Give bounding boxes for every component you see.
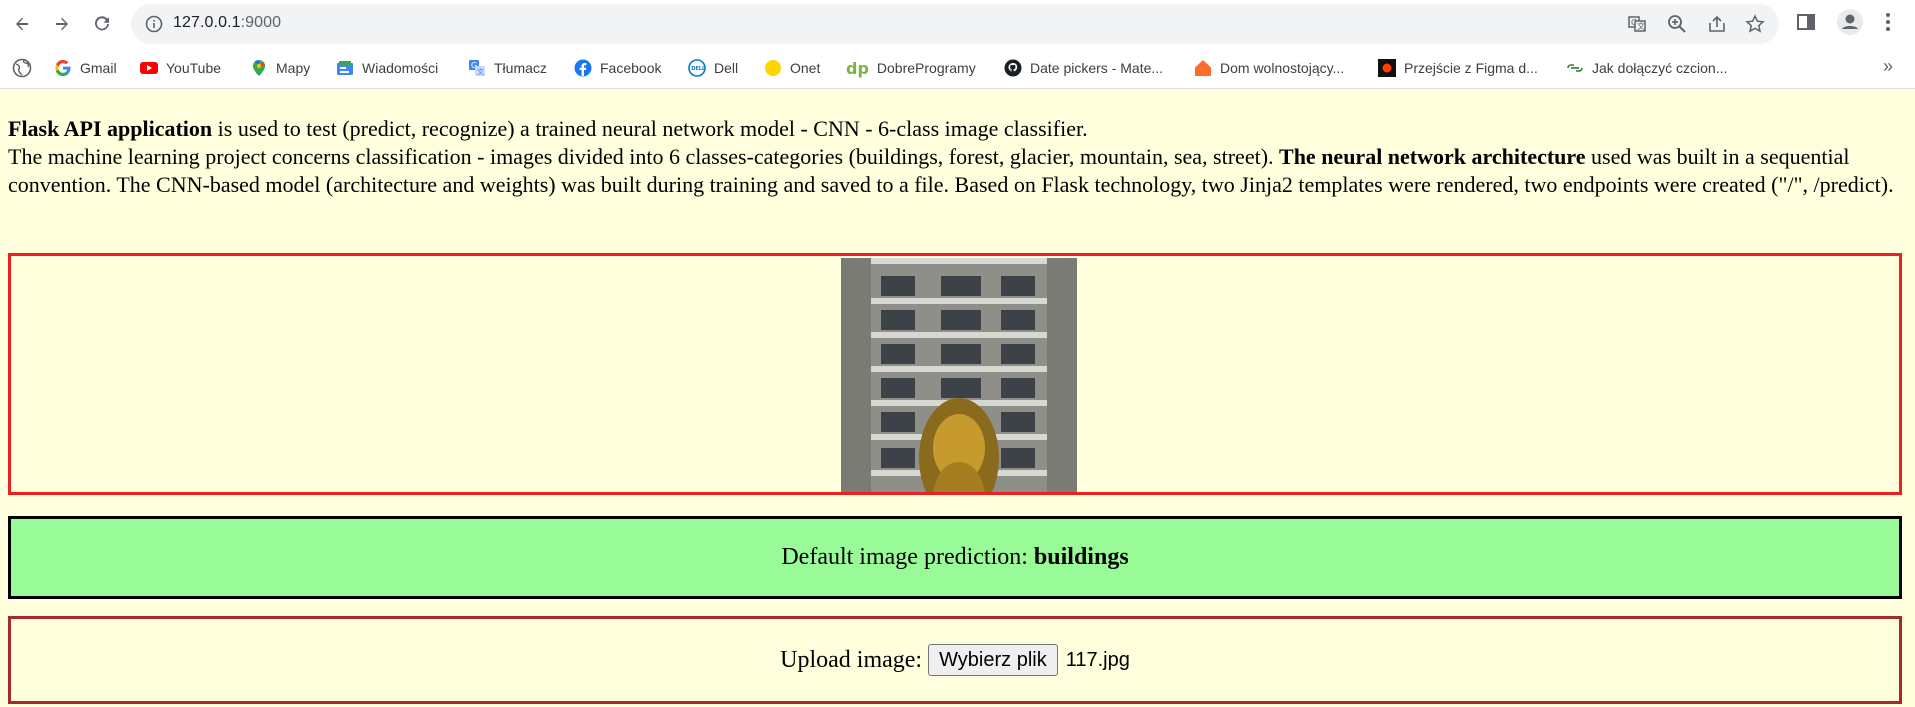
bookmark-mapy[interactable]: Mapy bbox=[250, 58, 310, 78]
bookmark-star-icon[interactable] bbox=[1745, 14, 1765, 34]
intro-text: The machine learning project concerns cl… bbox=[8, 144, 1280, 169]
page-content: Flask API application is used to test (p… bbox=[0, 89, 1915, 199]
bookmark-label: Date pickers - Mate... bbox=[1030, 60, 1164, 76]
prediction-panel: Default image prediction: buildings bbox=[8, 516, 1902, 599]
bookmark-label: Onet bbox=[790, 60, 821, 76]
bookmark-onet[interactable]: Onet bbox=[764, 58, 820, 78]
bookmark-label: Mapy bbox=[276, 60, 311, 76]
intro-bold-title: Flask API application bbox=[8, 116, 213, 141]
intro-text: is used to test (predict, recognize) a t… bbox=[212, 116, 1088, 141]
profile-avatar-icon[interactable] bbox=[1836, 8, 1864, 36]
reload-button[interactable] bbox=[84, 6, 120, 42]
svg-text:文: 文 bbox=[477, 67, 484, 76]
figma-dark-icon bbox=[1378, 59, 1396, 77]
url-text[interactable]: 127.0.0.1:9000 bbox=[173, 14, 281, 32]
share-icon[interactable] bbox=[1707, 14, 1727, 34]
bookmark-label: DobreProgramy bbox=[876, 60, 976, 76]
building-photo-illustration bbox=[841, 258, 1077, 492]
news-icon bbox=[336, 59, 354, 77]
bookmark-dell[interactable]: DELL Dell bbox=[688, 58, 738, 78]
bookmark-label: Przejście z Figma d... bbox=[1404, 60, 1538, 76]
bookmark-label: Dom wolnostojący... bbox=[1220, 60, 1345, 76]
address-bar[interactable]: 127.0.0.1:9000 G文 bbox=[131, 4, 1779, 44]
link-chain-icon bbox=[1566, 59, 1584, 77]
bookmark-label: Wiadomości bbox=[362, 60, 439, 76]
choose-file-button[interactable]: Wybierz plik bbox=[928, 644, 1058, 676]
prediction-value: buildings bbox=[1033, 544, 1129, 570]
site-info-icon[interactable] bbox=[145, 15, 163, 33]
bookmark-label: Jak dołączyć czcion... bbox=[1592, 60, 1728, 76]
google-icon bbox=[54, 59, 72, 77]
bookmark-wiadomosci[interactable]: Wiadomości bbox=[336, 58, 438, 78]
image-container bbox=[8, 253, 1902, 495]
svg-text:DELL: DELL bbox=[691, 66, 706, 72]
bookmark-youtube[interactable]: YouTube bbox=[140, 58, 221, 78]
bookmark-gmail[interactable]: Gmail bbox=[54, 58, 117, 78]
reload-icon bbox=[95, 16, 109, 31]
intro-bold-architecture: The neural network architecture bbox=[1279, 144, 1586, 169]
translate-icon: G文 bbox=[468, 59, 486, 77]
zoom-icon[interactable] bbox=[1667, 14, 1687, 34]
house-icon bbox=[1194, 59, 1212, 77]
forward-arrow-icon bbox=[56, 17, 68, 31]
dp-icon: dp bbox=[846, 58, 869, 78]
upload-form: Upload image: Wybierz plik 117.jpg bbox=[8, 616, 1902, 704]
bookmark-date-pickers[interactable]: Date pickers - Mate... bbox=[1004, 58, 1163, 78]
bookmark-label: Gmail bbox=[80, 60, 117, 76]
globe-icon[interactable] bbox=[12, 58, 32, 78]
bookmark-dom[interactable]: Dom wolnostojący... bbox=[1194, 58, 1344, 78]
dell-icon: DELL bbox=[688, 59, 706, 77]
bookmark-label: Facebook bbox=[600, 60, 662, 76]
forward-button[interactable] bbox=[44, 6, 80, 42]
onet-dot-icon bbox=[764, 59, 782, 77]
intro-paragraph: Flask API application is used to test (p… bbox=[8, 89, 1908, 199]
bookmark-label: YouTube bbox=[166, 60, 222, 76]
browser-menu-icon[interactable] bbox=[1876, 10, 1900, 34]
bookmarks-bar: Gmail YouTube Mapy Wiadomości G文 Tłumacz… bbox=[0, 48, 1915, 89]
prediction-label: Default image prediction: bbox=[781, 544, 1028, 570]
github-icon bbox=[1004, 59, 1022, 77]
selected-filename: 117.jpg bbox=[1065, 648, 1130, 671]
browser-chrome: 127.0.0.1:9000 G文 Gmail YouTube Mapy Wia… bbox=[0, 0, 1915, 89]
bookmark-jak-dolaczyc[interactable]: Jak dołączyć czcion... bbox=[1566, 58, 1727, 78]
side-panel-icon[interactable] bbox=[1794, 10, 1818, 34]
translate-page-icon[interactable]: G文 bbox=[1627, 14, 1647, 34]
browser-toolbar: 127.0.0.1:9000 G文 bbox=[0, 0, 1915, 48]
bookmark-dobreprogramy[interactable]: dp DobreProgramy bbox=[846, 58, 976, 78]
bookmarks-overflow-button[interactable]: » bbox=[1883, 56, 1893, 77]
bookmark-figma[interactable]: Przejście z Figma d... bbox=[1378, 58, 1538, 78]
maps-pin-icon bbox=[250, 59, 268, 77]
upload-label: Upload image: bbox=[780, 646, 923, 673]
default-image-buildings bbox=[841, 258, 1077, 492]
bookmark-label: Tłumacz bbox=[494, 60, 547, 76]
facebook-icon bbox=[574, 59, 592, 77]
back-button[interactable] bbox=[4, 6, 40, 42]
bookmark-tlumacz[interactable]: G文 Tłumacz bbox=[468, 58, 547, 78]
svg-text:文: 文 bbox=[1637, 21, 1645, 31]
bookmark-facebook[interactable]: Facebook bbox=[574, 58, 661, 78]
bookmark-label: Dell bbox=[714, 60, 739, 76]
youtube-icon bbox=[140, 59, 158, 77]
back-arrow-icon bbox=[16, 17, 28, 31]
